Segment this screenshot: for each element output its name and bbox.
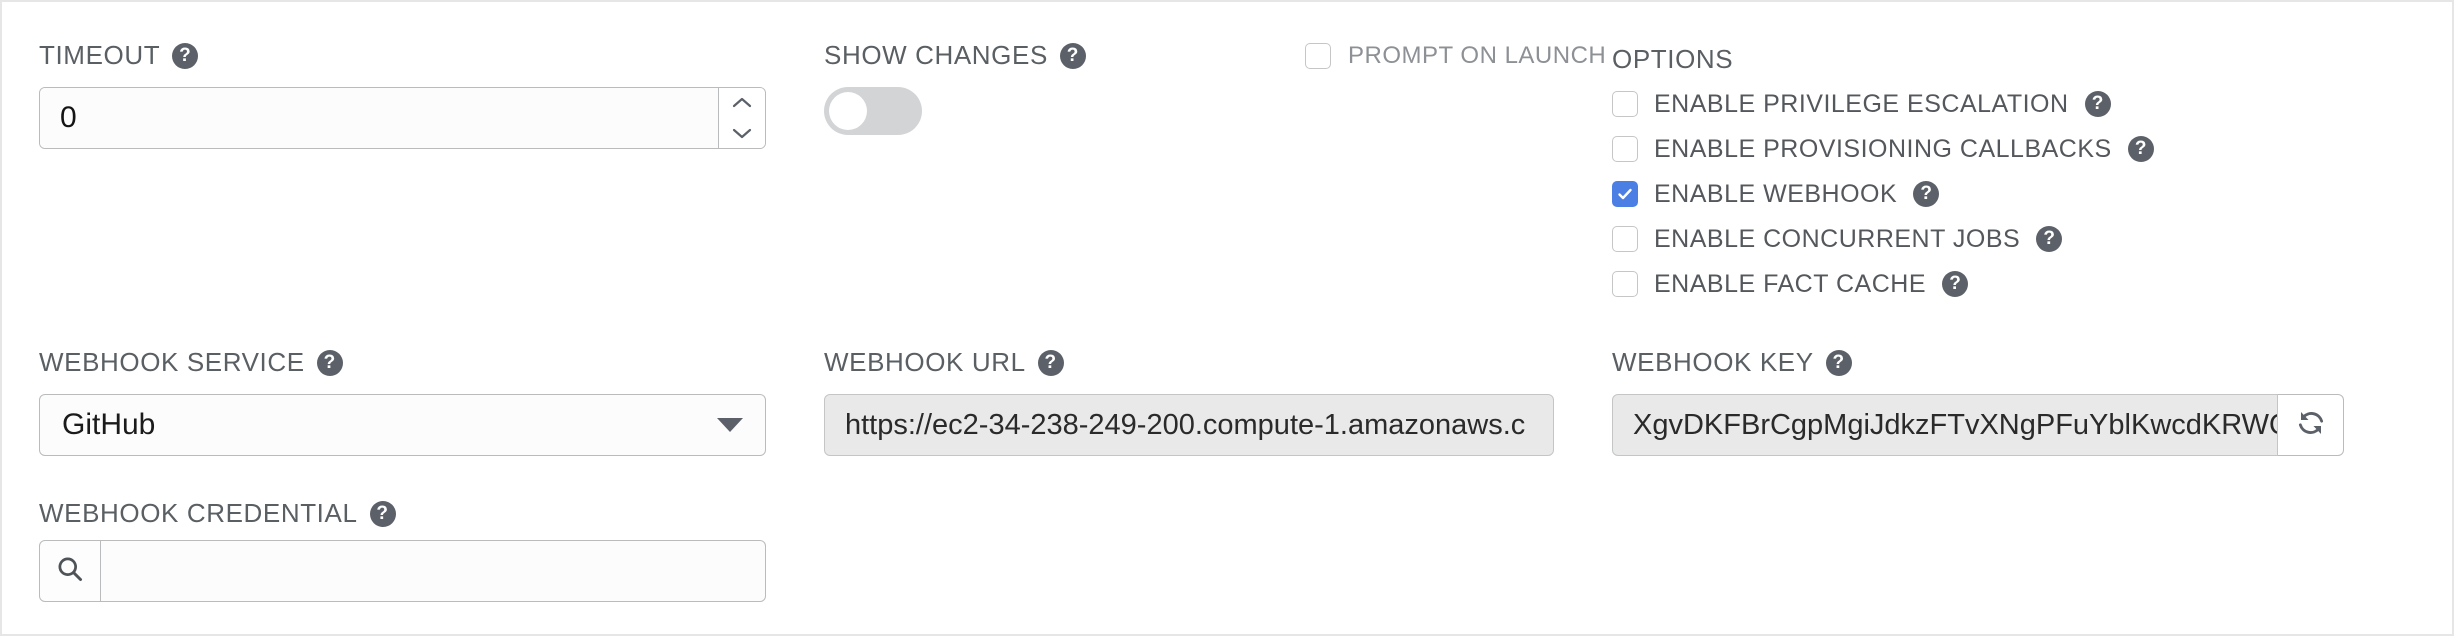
- enable-concurrent-jobs-checkbox[interactable]: [1612, 226, 1638, 252]
- help-circle-icon[interactable]: ?: [2036, 226, 2063, 252]
- option-enable-concurrent-jobs[interactable]: ENABLE CONCURRENT JOBS ?: [1612, 225, 2154, 253]
- timeout-label: TIMEOUT ?: [39, 40, 199, 71]
- webhook-key-field-group: XgvDKFBrCgpMgiJdkzFTvXNgPFuYblKwcdKRWO: [1612, 394, 2344, 456]
- prompt-on-launch-checkbox[interactable]: [1305, 43, 1331, 69]
- toggle-knob: [829, 92, 867, 130]
- help-circle-icon[interactable]: ?: [316, 349, 343, 376]
- help-circle-icon[interactable]: ?: [1059, 42, 1086, 69]
- webhook-service-label-text: WEBHOOK SERVICE: [39, 347, 305, 377]
- webhook-key-refresh-button[interactable]: [2278, 394, 2344, 456]
- webhook-service-value: GitHub: [62, 408, 156, 441]
- option-enable-fact-cache[interactable]: ENABLE FACT CACHE ?: [1612, 270, 2154, 298]
- refresh-icon: [2296, 408, 2326, 443]
- enable-provisioning-callbacks-checkbox[interactable]: [1612, 136, 1638, 162]
- option-label: ENABLE WEBHOOK: [1654, 179, 1898, 208]
- help-circle-icon[interactable]: ?: [369, 500, 396, 527]
- prompt-on-launch-label: PROMPT ON LAUNCH: [1348, 42, 1607, 69]
- help-circle-icon[interactable]: ?: [1037, 349, 1064, 376]
- webhook-credential-label: WEBHOOK CREDENTIAL ?: [39, 498, 396, 529]
- chevron-up-icon[interactable]: [719, 88, 765, 118]
- webhook-credential-search-button[interactable]: [39, 540, 101, 602]
- webhook-key-input[interactable]: XgvDKFBrCgpMgiJdkzFTvXNgPFuYblKwcdKRWO: [1612, 394, 2278, 456]
- webhook-key-label-text: WEBHOOK KEY: [1612, 347, 1814, 377]
- option-label: ENABLE PROVISIONING CALLBACKS: [1654, 134, 2112, 163]
- option-enable-provisioning-callbacks[interactable]: ENABLE PROVISIONING CALLBACKS ?: [1612, 135, 2154, 163]
- show-changes-label: SHOW CHANGES ?: [824, 40, 1086, 71]
- chevron-down-icon[interactable]: [717, 418, 743, 432]
- timeout-label-text: TIMEOUT: [39, 40, 161, 70]
- help-circle-icon[interactable]: ?: [172, 42, 199, 69]
- show-changes-label-text: SHOW CHANGES: [824, 40, 1048, 70]
- option-label: ENABLE PRIVILEGE ESCALATION: [1654, 89, 2069, 118]
- options-list: ENABLE PRIVILEGE ESCALATION ? ENABLE PRO…: [1612, 90, 2154, 298]
- timeout-stepper[interactable]: [718, 88, 765, 148]
- enable-webhook-checkbox[interactable]: [1612, 181, 1638, 207]
- webhook-key-label: WEBHOOK KEY ?: [1612, 347, 1852, 378]
- webhook-url-label: WEBHOOK URL ?: [824, 347, 1064, 378]
- job-template-options-panel: TIMEOUT ? 0 SHOW CHANGES ? PROMPT ON LAU…: [0, 0, 2454, 636]
- option-enable-webhook[interactable]: ENABLE WEBHOOK ?: [1612, 180, 2154, 208]
- webhook-credential-input[interactable]: [101, 540, 766, 602]
- webhook-url-input[interactable]: https://ec2-34-238-249-200.compute-1.ama…: [824, 394, 1554, 456]
- webhook-credential-label-text: WEBHOOK CREDENTIAL: [39, 498, 358, 528]
- prompt-on-launch-checkbox-row[interactable]: PROMPT ON LAUNCH: [1305, 42, 1606, 70]
- option-enable-privilege-escalation[interactable]: ENABLE PRIVILEGE ESCALATION ?: [1612, 90, 2154, 118]
- option-label: ENABLE FACT CACHE: [1654, 269, 1927, 298]
- help-circle-icon[interactable]: ?: [1913, 181, 1940, 207]
- help-circle-icon[interactable]: ?: [2084, 91, 2111, 117]
- options-title: OPTIONS: [1612, 44, 1734, 74]
- show-changes-toggle[interactable]: [824, 87, 922, 135]
- webhook-service-label: WEBHOOK SERVICE ?: [39, 347, 343, 378]
- help-circle-icon[interactable]: ?: [2127, 136, 2154, 162]
- timeout-input[interactable]: 0: [40, 88, 718, 148]
- webhook-service-select[interactable]: GitHub: [39, 394, 766, 456]
- help-circle-icon[interactable]: ?: [1942, 271, 1969, 297]
- search-icon: [55, 554, 85, 589]
- timeout-field[interactable]: 0: [39, 87, 766, 149]
- chevron-down-icon[interactable]: [719, 118, 765, 148]
- option-label: ENABLE CONCURRENT JOBS: [1654, 224, 2021, 253]
- webhook-credential-field-group: [39, 540, 766, 602]
- webhook-url-label-text: WEBHOOK URL: [824, 347, 1026, 377]
- enable-privilege-escalation-checkbox[interactable]: [1612, 91, 1638, 117]
- help-circle-icon[interactable]: ?: [1825, 349, 1852, 376]
- enable-fact-cache-checkbox[interactable]: [1612, 271, 1638, 297]
